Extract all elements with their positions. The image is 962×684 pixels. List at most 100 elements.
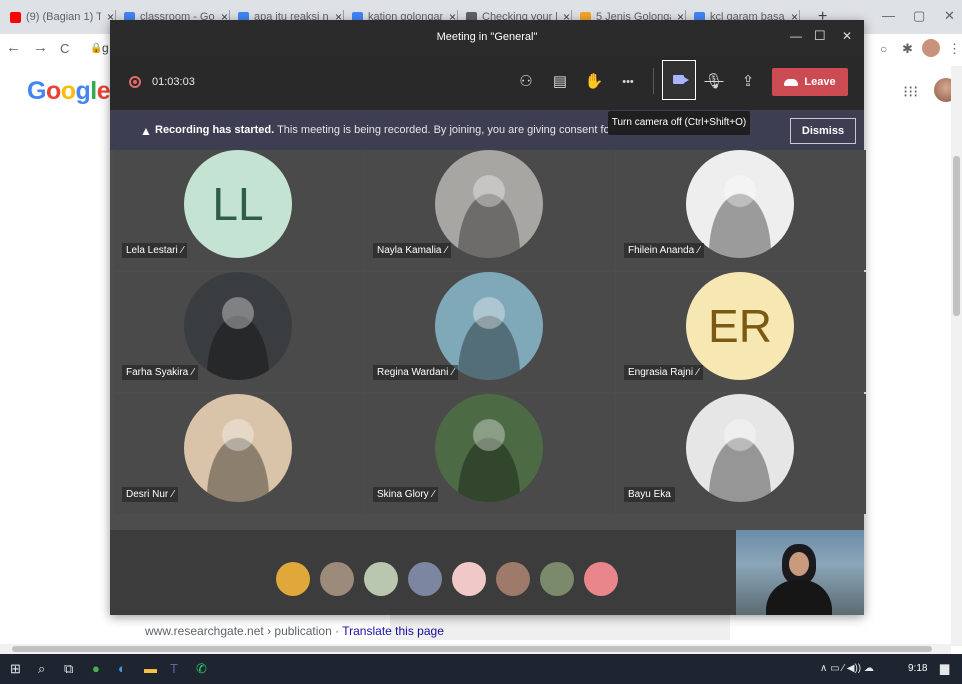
participant-avatar (435, 150, 543, 258)
muted-mic-icon: ∕ (445, 245, 448, 256)
recording-message-text: This meeting is being recorded. By joini… (277, 124, 658, 136)
google-logo[interactable]: Google (27, 77, 111, 106)
muted-mic-icon: ∕ (452, 367, 455, 378)
overflow-participant-avatar[interactable] (584, 562, 618, 596)
google-apps-icon[interactable]: ⁝⁝⁝ (903, 82, 918, 102)
result-url[interactable]: www.researchgate.net › publication (145, 624, 332, 638)
camera-tooltip: Turn camera off (Ctrl+Shift+O) (608, 111, 750, 135)
search-icon[interactable]: ⌕ (38, 661, 45, 677)
participant-name: Lela Lestari ∕ (122, 243, 188, 258)
overflow-participant-avatar[interactable] (320, 562, 354, 596)
chrome-icon[interactable]: ● (92, 661, 100, 676)
camera-toggle-button[interactable] (662, 60, 696, 100)
participant-avatar: ER (686, 272, 794, 380)
muted-mic-icon: ∕ (697, 367, 699, 378)
task-view-icon[interactable]: ⧉ (64, 661, 73, 677)
teams-close-button[interactable]: ✕ (842, 29, 852, 43)
tab-label: (9) (Bagian 1) Tata (26, 11, 101, 23)
participant-tile[interactable]: Regina Wardani ∕ (365, 272, 615, 392)
teams-maximize-button[interactable]: ☐ (814, 28, 826, 44)
teams-icon[interactable]: T (170, 661, 178, 676)
overflow-participant-avatar[interactable] (496, 562, 530, 596)
lock-icon: 🔒 (90, 43, 103, 54)
participant-avatar (184, 272, 292, 380)
mic-muted-icon[interactable]: 🎙 (702, 70, 726, 94)
notification-icon[interactable]: ▆ (940, 661, 949, 675)
meeting-title: Meeting in "General" (436, 31, 538, 43)
participant-tile[interactable]: Desri Nur ∕ (114, 394, 364, 514)
teams-minimize-button[interactable]: — (790, 29, 802, 43)
teams-title-bar: Meeting in "General" — ☐ ✕ (110, 20, 864, 54)
browser-tab[interactable]: (9) (Bagian 1) Tata× (4, 6, 114, 28)
participants-icon[interactable]: ⚇ (514, 70, 538, 94)
extension-icon[interactable]: ○ (880, 42, 887, 56)
overflow-participant-avatar[interactable] (452, 562, 486, 596)
logo-letter: e (96, 77, 111, 105)
participant-initials: ER (708, 300, 772, 352)
participant-tile[interactable]: Nayla Kamalia ∕ (365, 150, 615, 270)
muted-mic-icon: ∕ (698, 245, 700, 256)
leave-label: Leave (804, 76, 836, 88)
forward-button[interactable]: → (33, 39, 48, 56)
system-tray[interactable]: ∧ ▭ ⁄ ◀)) ☁ (820, 663, 874, 674)
participant-tile[interactable]: Skina Glory ∕ (365, 394, 615, 514)
muted-mic-icon: ∕ (172, 489, 174, 500)
more-options-icon[interactable]: ••• (616, 70, 640, 94)
participant-name: Farha Syakira ∕ (122, 365, 198, 380)
participant-tile[interactable]: LL Lela Lestari ∕ (114, 150, 364, 270)
participant-name: Engrasia Rajni ∕ (624, 365, 703, 380)
leave-button[interactable]: Leave (772, 68, 848, 96)
horizontal-scrollbar[interactable] (0, 644, 951, 654)
hang-up-icon (784, 78, 799, 86)
overflow-participants-strip (110, 530, 864, 615)
participant-avatar: LL (184, 150, 292, 258)
raise-hand-icon[interactable]: ✋ (582, 70, 606, 94)
participant-name: Skina Glory ∕ (373, 487, 439, 502)
overflow-participant-avatar[interactable] (540, 562, 574, 596)
vertical-scrollbar[interactable] (951, 66, 962, 646)
back-button[interactable]: ← (6, 39, 21, 56)
participant-avatar (686, 394, 794, 502)
dismiss-button[interactable]: Dismiss (790, 118, 856, 144)
participant-initials: LL (212, 178, 264, 230)
participant-name: Nayla Kamalia ∕ (373, 243, 452, 258)
teams-meeting-window: Meeting in "General" — ☐ ✕ 01:03:03 ⚇ ▤ … (110, 20, 866, 615)
chat-icon[interactable]: ▤ (548, 70, 572, 94)
muted-mic-icon: ∕ (181, 245, 184, 256)
logo-letter: g (75, 77, 91, 105)
clock[interactable]: 9:18 (908, 663, 927, 674)
participant-tile[interactable]: Farha Syakira ∕ (114, 272, 364, 392)
participant-name: Regina Wardani ∕ (373, 365, 459, 380)
start-icon[interactable]: ⊞ (10, 661, 21, 677)
overflow-participant-avatar[interactable] (276, 562, 310, 596)
participant-avatar (435, 394, 543, 502)
recording-indicator-icon (129, 76, 141, 88)
profile-avatar[interactable] (922, 39, 940, 57)
meeting-timer: 01:03:03 (152, 76, 195, 88)
address-bar[interactable]: g (102, 41, 109, 55)
overflow-participant-avatar[interactable] (408, 562, 442, 596)
self-video-preview[interactable] (736, 530, 864, 615)
recording-message-bold: Recording has started. (155, 124, 275, 136)
reload-button[interactable]: C (60, 41, 69, 56)
participant-tile[interactable]: Bayu Eka (616, 394, 866, 514)
participant-avatar (184, 394, 292, 502)
share-screen-icon[interactable]: ⇪ (736, 70, 760, 94)
participant-name: Desri Nur ∕ (122, 487, 178, 502)
logo-letter: G (27, 77, 46, 105)
chrome-menu-icon[interactable]: ⋮ (948, 41, 961, 57)
file-explorer-icon[interactable]: ▬ (144, 661, 157, 676)
participant-tile[interactable]: ER Engrasia Rajni ∕ (616, 272, 866, 392)
minimize-button[interactable]: — (882, 8, 895, 23)
overflow-participant-avatar[interactable] (364, 562, 398, 596)
extensions-puzzle-icon[interactable]: ✱ (902, 41, 913, 57)
warning-icon: ▲ (140, 124, 152, 138)
participant-tile[interactable]: Fhilein Ananda ∕ (616, 150, 866, 270)
edge-icon[interactable]: ◐ (118, 661, 126, 676)
restore-button[interactable]: ▢ (913, 8, 925, 24)
muted-mic-icon: ∕ (192, 367, 194, 378)
toolbar-divider (653, 68, 654, 94)
close-button[interactable]: ✕ (944, 8, 955, 24)
whatsapp-icon[interactable]: ✆ (196, 661, 207, 677)
logo-letter: o (45, 77, 61, 105)
